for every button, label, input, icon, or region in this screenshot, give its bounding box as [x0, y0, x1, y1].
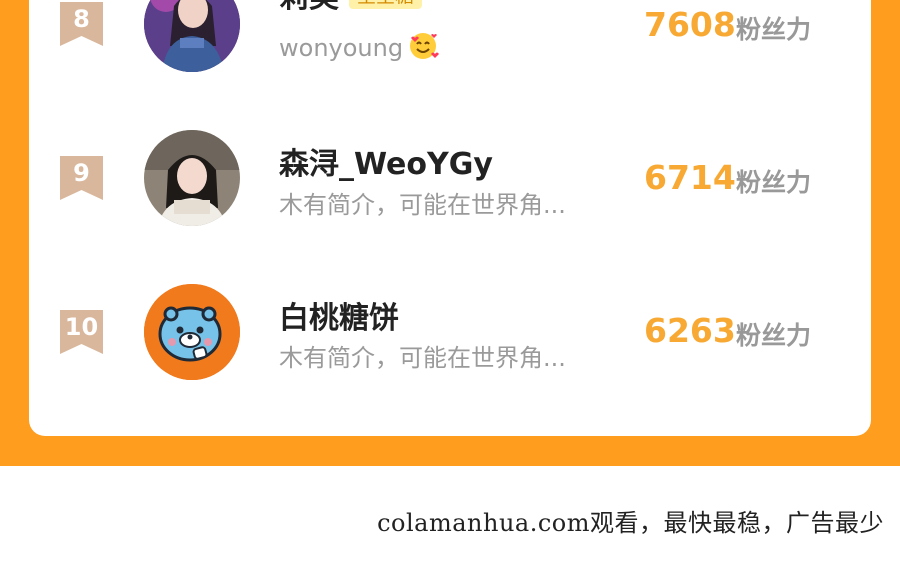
rank-badge: 10 — [60, 310, 103, 354]
rank-number: 9 — [73, 159, 90, 187]
user-name: 莉美 星星糖 — [279, 0, 423, 16]
rank-badge: 9 — [60, 156, 103, 200]
user-description-text: wonyoung — [279, 34, 404, 62]
ranking-row[interactable]: 9 森浔_WeoYGy 木有简介，可能在世界角... 6714 粉丝力 — [29, 130, 871, 230]
fan-power-label: 粉丝力 — [736, 15, 812, 44]
fan-power-label: 粉丝力 — [736, 321, 812, 350]
user-description: 木有简介，可能在世界角... — [279, 191, 566, 219]
avatar[interactable] — [144, 284, 240, 380]
rank-number: 8 — [73, 5, 90, 33]
user-badge: 星星糖 — [349, 0, 423, 9]
ranking-row[interactable]: 10 白桃糖饼 木有简介，可能在世界角... 6263 粉丝力 — [29, 283, 871, 383]
user-description: wonyoung — [279, 30, 440, 68]
avatar[interactable] — [144, 0, 240, 72]
fan-power-label: 粉丝力 — [736, 168, 812, 197]
user-name: 白桃糖饼 — [279, 301, 399, 336]
fan-power-score: 7608 — [644, 5, 736, 44]
smiling-face-with-hearts-icon — [407, 30, 440, 68]
rank-number: 10 — [64, 313, 99, 341]
ranking-row[interactable]: 8 莉美 星星糖 wonyoung — [29, 0, 871, 80]
user-name-text: 莉美 — [279, 0, 339, 15]
fan-power-score: 6263 — [644, 311, 736, 350]
rank-badge: 8 — [60, 2, 103, 46]
user-description: 木有简介，可能在世界角... — [279, 344, 566, 372]
footer-watermark-text: colamanhua.com观看，最快最稳，广告最少 — [377, 509, 884, 537]
ranking-card: 8 莉美 星星糖 wonyoung — [29, 0, 871, 436]
avatar[interactable] — [144, 130, 240, 226]
fan-power-score: 6714 — [644, 158, 736, 197]
user-name: 森浔_WeoYGy — [279, 147, 493, 182]
